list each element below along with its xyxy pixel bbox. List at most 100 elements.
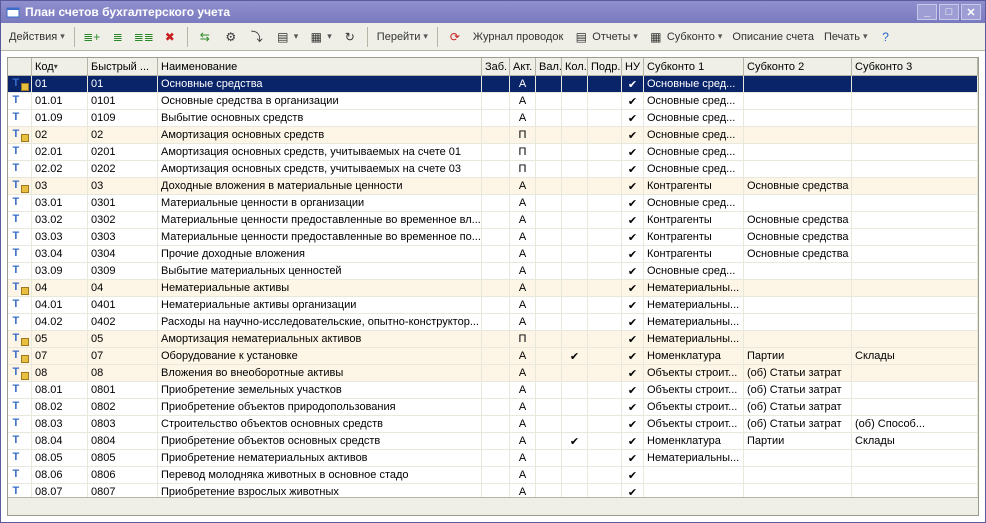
cell-bystr: 0805 xyxy=(88,450,158,466)
cell-kol xyxy=(562,161,588,177)
copy-button[interactable]: ≣≣ xyxy=(132,26,156,48)
cell-podr xyxy=(588,433,622,449)
cell-kod: 03.01 xyxy=(32,195,88,211)
account-group-icon xyxy=(13,129,27,141)
col-akt[interactable]: Акт. xyxy=(510,58,536,75)
col-sub1[interactable]: Субконто 1 xyxy=(644,58,744,75)
table-row[interactable]: 0505Амортизация нематериальных активовП✔… xyxy=(8,331,978,348)
cell-kol xyxy=(562,280,588,296)
grid-body[interactable]: 0101Основные средстваА✔Основные сред...0… xyxy=(8,76,978,497)
desc-button[interactable]: Описание счета xyxy=(728,26,818,48)
selection-button[interactable]: ▤ xyxy=(271,26,303,48)
help-button[interactable]: ? xyxy=(874,26,898,48)
table-row[interactable]: 0101Основные средстваА✔Основные сред... xyxy=(8,76,978,93)
cell-sub1: Основные сред... xyxy=(644,144,744,160)
table-row[interactable]: 01.090109Выбытие основных средствА✔Основ… xyxy=(8,110,978,127)
cell-sub2: (об) Статьи затрат xyxy=(744,382,852,398)
cell-naim: Материальные ценности в организации xyxy=(158,195,482,211)
filter-button[interactable]: ⚙ xyxy=(219,26,243,48)
table-row[interactable]: 02.020202Амортизация основных средств, у… xyxy=(8,161,978,178)
cell-kod: 08.02 xyxy=(32,399,88,415)
cell-naim: Доходные вложения в материальные ценност… xyxy=(158,178,482,194)
table-row[interactable]: 0707Оборудование к установкеА✔✔Номенклат… xyxy=(8,348,978,365)
col-kol[interactable]: Кол. xyxy=(562,58,588,75)
table-row[interactable]: 08.070807Приобретение взрослых животныхА… xyxy=(8,484,978,497)
update-button[interactable]: ⟳ xyxy=(443,26,467,48)
maximize-button[interactable]: □ xyxy=(939,4,959,20)
actions-menu[interactable]: Действия xyxy=(5,26,69,48)
cell-bystr: 0109 xyxy=(88,110,158,126)
hierarchy-button[interactable]: ⇆ xyxy=(193,26,217,48)
row-icon-cell xyxy=(8,467,32,483)
accounts-grid[interactable]: Код Быстрый ... Наименование Заб. Акт. В… xyxy=(7,57,979,516)
cell-sub2 xyxy=(744,93,852,109)
col-sub3[interactable]: Субконто 3 xyxy=(852,58,978,75)
cell-bystr: 0303 xyxy=(88,229,158,245)
table-row[interactable]: 08.060806Перевод молодняка животных в ос… xyxy=(8,467,978,484)
table-row[interactable]: 03.090309Выбытие материальных ценностейА… xyxy=(8,263,978,280)
table-row[interactable]: 08.020802Приобретение объектов природопо… xyxy=(8,399,978,416)
add-button[interactable]: ≣+ xyxy=(80,26,104,48)
cell-akt: П xyxy=(510,161,536,177)
table-row[interactable]: 0303Доходные вложения в материальные цен… xyxy=(8,178,978,195)
table-row[interactable]: 04.010401Нематериальные активы организац… xyxy=(8,297,978,314)
col-bystr[interactable]: Быстрый ... xyxy=(88,58,158,75)
table-row[interactable]: 03.040304Прочие доходные вложенияА✔Контр… xyxy=(8,246,978,263)
cell-kol: ✔ xyxy=(562,433,588,449)
cell-sub3 xyxy=(852,484,978,497)
journal-button[interactable]: Журнал проводок xyxy=(469,26,567,48)
col-icon[interactable] xyxy=(8,58,32,75)
titlebar[interactable]: План счетов бухгалтерского учета _ □ ✕ xyxy=(1,1,985,23)
table-row[interactable]: 01.010101Основные средства в организации… xyxy=(8,93,978,110)
refresh-button[interactable]: ↻ xyxy=(338,26,362,48)
cell-bystr: 0301 xyxy=(88,195,158,211)
cell-akt: А xyxy=(510,382,536,398)
cell-sub3 xyxy=(852,229,978,245)
table-row[interactable]: 0404Нематериальные активыА✔Нематериальны… xyxy=(8,280,978,297)
cell-nu: ✔ xyxy=(622,144,644,160)
cell-sub1: Контрагенты xyxy=(644,246,744,262)
cell-kol xyxy=(562,263,588,279)
minimize-button[interactable]: _ xyxy=(917,4,937,20)
cell-nu: ✔ xyxy=(622,280,644,296)
delete-button[interactable]: ✖ xyxy=(158,26,182,48)
table-row[interactable]: 0808Вложения во внеоборотные активыА✔Объ… xyxy=(8,365,978,382)
cell-zab xyxy=(482,450,510,466)
table-row[interactable]: 08.010801Приобретение земельных участков… xyxy=(8,382,978,399)
table-row[interactable]: 03.030303Материальные ценности предостав… xyxy=(8,229,978,246)
cell-val xyxy=(536,212,562,228)
view-icon: ▦ xyxy=(308,29,324,45)
cell-naim: Строительство объектов основных средств xyxy=(158,416,482,432)
cell-podr xyxy=(588,416,622,432)
table-row[interactable]: 08.040804Приобретение объектов основных … xyxy=(8,433,978,450)
add-icon: ≣+ xyxy=(84,29,100,45)
cell-val xyxy=(536,127,562,143)
cell-nu: ✔ xyxy=(622,93,644,109)
table-row[interactable]: 04.020402Расходы на научно-исследователь… xyxy=(8,314,978,331)
print-menu[interactable]: Печать xyxy=(820,26,872,48)
cell-akt: А xyxy=(510,433,536,449)
edit-button[interactable]: ≣ xyxy=(106,26,130,48)
col-kod[interactable]: Код xyxy=(32,58,88,75)
table-row[interactable]: 02.010201Амортизация основных средств, у… xyxy=(8,144,978,161)
col-nu[interactable]: НУ xyxy=(622,58,644,75)
close-button[interactable]: ✕ xyxy=(961,4,981,20)
table-row[interactable]: 0202Амортизация основных средствП✔Основн… xyxy=(8,127,978,144)
goto-menu[interactable]: Перейти xyxy=(373,26,432,48)
col-podr[interactable]: Подр. xyxy=(588,58,622,75)
cell-zab xyxy=(482,246,510,262)
view-button[interactable]: ▦ xyxy=(304,26,336,48)
table-row[interactable]: 08.050805Приобретение нематериальных акт… xyxy=(8,450,978,467)
reports-menu[interactable]: ▤Отчеты xyxy=(569,26,642,48)
cell-naim: Материальные ценности предоставленные во… xyxy=(158,229,482,245)
sort-button[interactable]: ⤵ xyxy=(245,26,269,48)
col-naim[interactable]: Наименование xyxy=(158,58,482,75)
col-zab[interactable]: Заб. xyxy=(482,58,510,75)
table-row[interactable]: 03.010301Материальные ценности в организ… xyxy=(8,195,978,212)
col-sub2[interactable]: Субконто 2 xyxy=(744,58,852,75)
table-row[interactable]: 08.030803Строительство объектов основных… xyxy=(8,416,978,433)
subkonto-menu[interactable]: ▦Субконто xyxy=(644,26,727,48)
col-val[interactable]: Вал. xyxy=(536,58,562,75)
table-row[interactable]: 03.020302Материальные ценности предостав… xyxy=(8,212,978,229)
cell-sub3 xyxy=(852,297,978,313)
